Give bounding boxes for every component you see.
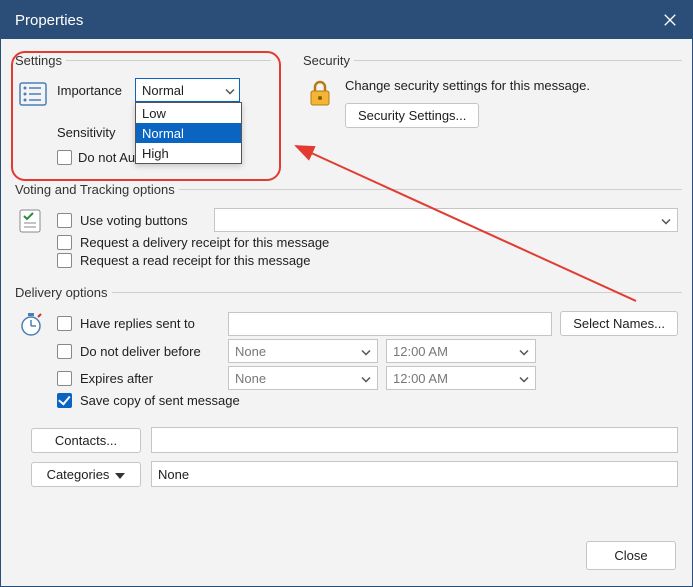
importance-option-low[interactable]: Low bbox=[136, 103, 241, 123]
importance-value: Normal bbox=[142, 83, 184, 98]
settings-group: Settings Importance Normal bbox=[11, 53, 271, 174]
list-icon bbox=[17, 80, 49, 108]
categories-button-label: Categories bbox=[47, 467, 110, 482]
chevron-down-icon bbox=[519, 371, 529, 386]
chevron-down-icon bbox=[225, 83, 235, 98]
delivery-group: Delivery options Have replies sent to Se… bbox=[11, 285, 682, 417]
chevron-down-icon bbox=[361, 344, 371, 359]
contacts-button[interactable]: Contacts... bbox=[31, 428, 141, 453]
delivery-receipt-checkbox[interactable] bbox=[57, 235, 72, 250]
read-receipt-label: Request a read receipt for this message bbox=[80, 253, 311, 268]
security-group: Security Change security settings for th… bbox=[299, 53, 682, 174]
ballot-icon bbox=[17, 207, 49, 235]
importance-label: Importance bbox=[57, 83, 129, 98]
autoarchive-checkbox[interactable] bbox=[57, 150, 72, 165]
voting-legend: Voting and Tracking options bbox=[11, 182, 179, 197]
use-voting-checkbox[interactable] bbox=[57, 213, 72, 228]
categories-input[interactable]: None bbox=[151, 461, 678, 487]
voting-group: Voting and Tracking options Use voting b… bbox=[11, 182, 682, 277]
read-receipt-checkbox[interactable] bbox=[57, 253, 72, 268]
not-before-time-combo[interactable]: 12:00 AM bbox=[386, 339, 536, 363]
caret-down-icon bbox=[115, 467, 125, 482]
expires-date-value: None bbox=[235, 371, 266, 386]
expires-after-checkbox[interactable] bbox=[57, 371, 72, 386]
importance-option-normal[interactable]: Normal bbox=[136, 123, 241, 143]
importance-option-high[interactable]: High bbox=[136, 143, 241, 163]
chevron-down-icon bbox=[519, 344, 529, 359]
expires-date-combo[interactable]: None bbox=[228, 366, 378, 390]
sensitivity-label: Sensitivity bbox=[57, 125, 129, 140]
importance-dropdown: Low Normal High bbox=[135, 102, 242, 164]
contacts-input[interactable] bbox=[151, 427, 678, 453]
have-replies-checkbox[interactable] bbox=[57, 316, 72, 331]
delivery-receipt-label: Request a delivery receipt for this mess… bbox=[80, 235, 329, 250]
close-icon[interactable] bbox=[662, 12, 678, 28]
importance-combo[interactable]: Normal Low Normal High bbox=[135, 78, 240, 102]
window-title: Properties bbox=[15, 12, 83, 29]
have-replies-input[interactable] bbox=[228, 312, 552, 336]
not-deliver-before-checkbox[interactable] bbox=[57, 344, 72, 359]
security-legend: Security bbox=[299, 53, 354, 68]
close-button[interactable]: Close bbox=[586, 541, 676, 570]
expires-time-combo[interactable]: 12:00 AM bbox=[386, 366, 536, 390]
categories-button[interactable]: Categories bbox=[31, 462, 141, 487]
security-settings-button[interactable]: Security Settings... bbox=[345, 103, 479, 128]
titlebar: Properties bbox=[1, 1, 692, 39]
properties-dialog: Properties Settings Importance bbox=[0, 0, 693, 587]
use-voting-label: Use voting buttons bbox=[80, 213, 206, 228]
chevron-down-icon bbox=[661, 213, 671, 228]
security-text: Change security settings for this messag… bbox=[345, 78, 590, 93]
expires-time-value: 12:00 AM bbox=[393, 371, 448, 386]
not-before-date-combo[interactable]: None bbox=[228, 339, 378, 363]
expires-after-label: Expires after bbox=[80, 371, 220, 386]
save-copy-label: Save copy of sent message bbox=[80, 393, 240, 408]
not-before-date-value: None bbox=[235, 344, 266, 359]
settings-legend: Settings bbox=[11, 53, 66, 68]
select-names-button[interactable]: Select Names... bbox=[560, 311, 678, 336]
categories-value: None bbox=[158, 467, 189, 482]
not-deliver-before-label: Do not deliver before bbox=[80, 344, 220, 359]
chevron-down-icon bbox=[361, 371, 371, 386]
have-replies-label: Have replies sent to bbox=[80, 316, 220, 331]
lock-icon bbox=[305, 78, 335, 108]
save-copy-checkbox[interactable] bbox=[57, 393, 72, 408]
delivery-legend: Delivery options bbox=[11, 285, 112, 300]
voting-buttons-combo[interactable] bbox=[214, 208, 678, 232]
stopwatch-icon bbox=[17, 310, 49, 338]
not-before-time-value: 12:00 AM bbox=[393, 344, 448, 359]
